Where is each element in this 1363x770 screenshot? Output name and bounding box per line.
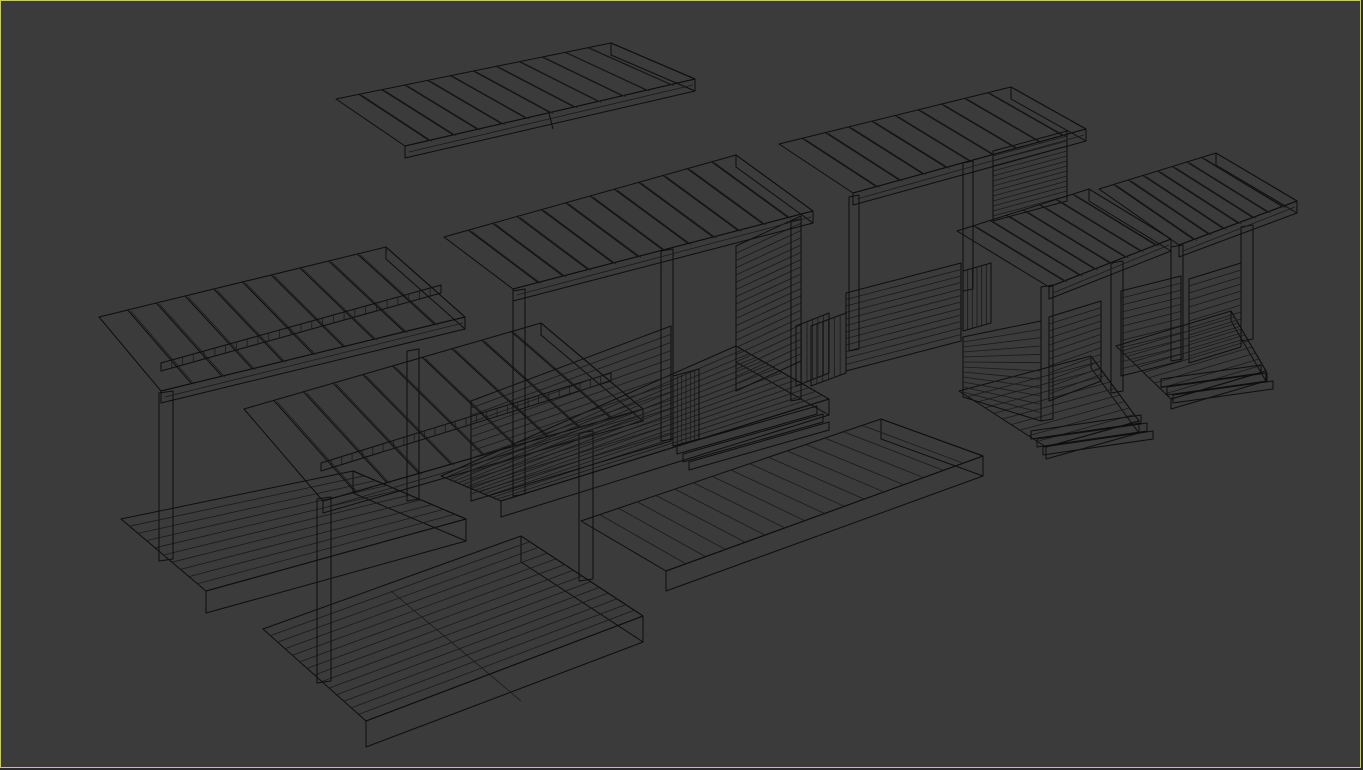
porch-right-wide[interactable] xyxy=(778,86,1087,387)
pergola-left-front[interactable] xyxy=(243,322,644,748)
porch-center-large[interactable] xyxy=(440,154,830,518)
pergola-left-back[interactable] xyxy=(98,246,467,614)
deck-platform[interactable] xyxy=(580,418,984,592)
porch-right-small-b[interactable] xyxy=(1098,152,1298,410)
roof-panel-loose[interactable] xyxy=(335,42,696,159)
wireframe-scene[interactable] xyxy=(1,1,1362,769)
3d-viewport[interactable] xyxy=(0,0,1361,768)
